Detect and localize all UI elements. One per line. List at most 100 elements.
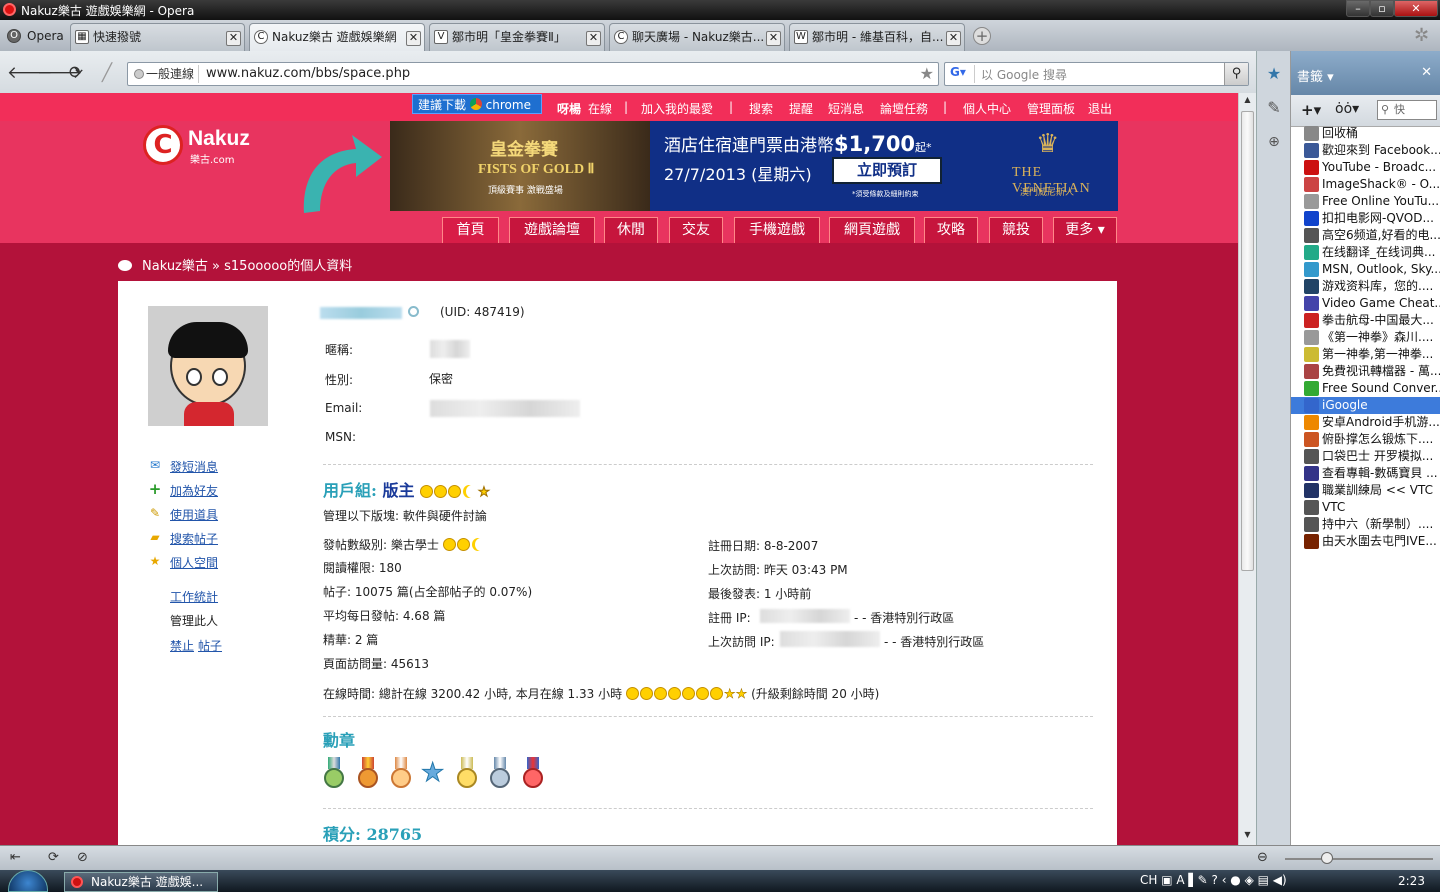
bookmark-item[interactable]: 由天水圍去屯門IVE... [1291, 533, 1440, 550]
ad-book-button[interactable]: 立即預訂 [832, 157, 942, 184]
tab-close-icon[interactable]: ✕ [946, 31, 961, 46]
site-logo[interactable]: C Nakuz 樂古.com [128, 121, 258, 167]
bookmark-item[interactable]: 持中六（新學制）.... [1291, 516, 1440, 533]
scroll-up-icon[interactable]: ▲ [1241, 95, 1254, 109]
tab-boxing[interactable]: V 鄒市明「皇金拳賽Ⅱ」 ✕ [429, 23, 605, 51]
taskbar-opera[interactable]: Nakuz樂古 遊戲娛... [64, 872, 218, 892]
bookmark-item[interactable]: 在线翻译_在线词典... [1291, 244, 1440, 261]
bookmark-item[interactable]: 回收桶 [1291, 125, 1440, 142]
medal-icon[interactable] [456, 757, 478, 791]
maximize-button[interactable]: ▫ [1370, 0, 1394, 17]
tab-close-icon[interactable]: ✕ [586, 31, 601, 46]
tab-speed-dial[interactable]: ▦ 快速撥號 ✕ [70, 23, 245, 51]
back-button[interactable]: 🡐 [7, 63, 53, 83]
nav-web-games[interactable]: 網頁遊戲 [829, 217, 915, 243]
breadcrumb-home[interactable]: Nakuz樂古 [142, 259, 208, 274]
bookmark-item[interactable]: VTC [1291, 499, 1440, 516]
search-posts-link[interactable]: ▰ 搜索帖子 [148, 530, 218, 547]
bookmark-item[interactable]: Video Game Cheat... [1291, 295, 1440, 312]
bookmark-item[interactable]: 免費视讯轉檔器 - 萬... [1291, 363, 1440, 380]
medal-icon[interactable] [489, 757, 511, 791]
search-box[interactable]: G▾ 以 Google 搜尋 ⚲ [944, 62, 1249, 86]
chrome-download-button[interactable]: 建議下載 chrome [412, 94, 542, 114]
close-window-button[interactable]: ✕ [1394, 0, 1438, 17]
page-scrollbar[interactable]: ▲ ▼ [1238, 93, 1256, 845]
bookmark-item[interactable]: 安卓Android手机游... [1291, 414, 1440, 431]
reload-button[interactable]: ⟳ [66, 63, 86, 83]
google-icon[interactable]: G▾ [947, 65, 975, 83]
tab-close-icon[interactable]: ✕ [226, 31, 241, 46]
add-bookmark-button[interactable]: +▾ [1301, 101, 1321, 119]
managed-forums-value[interactable]: 軟件與硬件討論 [403, 509, 487, 523]
medal-icon[interactable] [390, 757, 412, 791]
tab-close-icon[interactable]: ✕ [766, 31, 781, 46]
trash-icon[interactable]: ✲ [1414, 25, 1429, 46]
bookmark-item[interactable]: 俯卧撑怎么锻炼下.... [1291, 431, 1440, 448]
scroll-down-icon[interactable]: ▼ [1241, 830, 1254, 844]
bookmark-item[interactable]: 查看專輯-數碼寶貝 ... [1291, 465, 1440, 482]
medal-icon[interactable] [323, 757, 345, 791]
bookmark-item[interactable]: 《第一神拳》森川.... [1291, 329, 1440, 346]
bookmark-item[interactable]: 第一神拳,第一神拳... [1291, 346, 1440, 363]
forward-button[interactable]: 🡒 [37, 63, 83, 83]
add-friend-link[interactable]: + 加為好友 [148, 482, 218, 499]
nav-game-forum[interactable]: 遊戲論壇 [509, 217, 595, 243]
sync-icon[interactable]: ⟳ [48, 850, 59, 865]
link-search[interactable]: 搜索 [749, 100, 773, 117]
bookmark-star-icon[interactable]: ★ [920, 64, 934, 83]
tab-wikipedia[interactable]: W 鄒市明 - 維基百科，自... ✕ [789, 23, 965, 51]
bookmark-item[interactable]: Free Online YouTu... [1291, 193, 1440, 210]
bookmark-item[interactable]: 口袋巴士 开罗模拟... [1291, 448, 1440, 465]
bookmark-item[interactable]: Free Sound Conver... [1291, 380, 1440, 397]
tab-chat[interactable]: C 聊天廣場 - Nakuz樂古... ✕ [609, 23, 785, 51]
bookmark-item[interactable]: 歡迎來到 Facebook... [1291, 142, 1440, 159]
search-icon[interactable]: ⚲ [1224, 63, 1248, 85]
personal-space-link[interactable]: ★ 個人空間 [148, 554, 218, 571]
bookmark-item[interactable]: 游戏资料库，您的.... [1291, 278, 1440, 295]
bookmark-item[interactable]: 拳击航母-中国最大... [1291, 312, 1440, 329]
clock[interactable]: 2:23 [1398, 874, 1425, 888]
link-remind[interactable]: 提醒 [789, 100, 813, 117]
nav-home[interactable]: 首頁 [442, 217, 499, 243]
bookmark-item[interactable]: iGoogle [1291, 397, 1440, 414]
bookmarks-panel-icon[interactable]: ★ [1263, 63, 1285, 85]
use-item-link[interactable]: ✎ 使用道具 [148, 506, 218, 523]
nav-guides[interactable]: 攻略 [924, 217, 978, 243]
language-indicator[interactable]: CH [1140, 873, 1157, 887]
nav-leisure[interactable]: 休閒 [604, 217, 658, 243]
address-bar[interactable]: 一般連線 www.nakuz.com/bbs/space.php ★ [127, 62, 939, 86]
close-icon[interactable]: ✕ [1421, 65, 1432, 80]
link-tasks[interactable]: 論壇任務 [880, 100, 928, 117]
link-admin-panel[interactable]: 管理面板 [1027, 100, 1075, 117]
tab-nakuz[interactable]: C Nakuz樂古 遊戲娛樂網 ✕ [249, 23, 425, 51]
venetian-ad-banner[interactable]: 皇金拳賽 FISTS OF GOLD Ⅱ 頂級賽事 激戰盛場 酒店住宿連門票由港… [390, 121, 1118, 211]
bookmark-item[interactable]: 職業訓練局 << VTC [1291, 482, 1440, 499]
link-messages[interactable]: 短消息 [828, 100, 864, 117]
nav-more[interactable]: 更多 ▾ [1053, 217, 1117, 243]
link-logout[interactable]: 退出 [1088, 100, 1112, 117]
medal-icon[interactable] [522, 757, 544, 791]
link-add-favorite[interactable]: 加入我的最愛 [641, 100, 713, 117]
minimize-button[interactable]: – [1346, 0, 1370, 17]
zoom-slider[interactable] [1285, 852, 1433, 864]
nav-auction[interactable]: 競投 [989, 217, 1043, 243]
zoom-knob[interactable] [1321, 852, 1333, 864]
bookmarks-title[interactable]: 書籤 ▾ [1297, 66, 1334, 85]
nav-mobile-games[interactable]: 手機遊戲 [734, 217, 820, 243]
work-stats-link[interactable]: 工作統計 [148, 588, 218, 605]
ban-link[interactable]: 禁止 [148, 637, 194, 654]
send-message-link[interactable]: ✉ 發短消息 [148, 458, 218, 475]
bookmark-item[interactable]: ImageShack® - O... [1291, 176, 1440, 193]
start-button[interactable] [8, 870, 48, 892]
bookmarks-search-input[interactable]: ⚲ 快 [1377, 100, 1437, 120]
link-user-center[interactable]: 個人中心 [963, 100, 1011, 117]
scroll-thumb[interactable] [1241, 111, 1254, 571]
nav-social[interactable]: 交友 [669, 217, 723, 243]
bookmark-item[interactable]: YouTube - Broadc... [1291, 159, 1440, 176]
tools-panel-icon[interactable]: ✎ [1263, 97, 1285, 119]
bookmark-item[interactable]: 高空6频道,好看的电... [1291, 227, 1440, 244]
edit-icon[interactable]: ╱ [97, 63, 117, 83]
url-text[interactable]: www.nakuz.com/bbs/space.php [206, 66, 410, 81]
add-panel-icon[interactable]: ⊕ [1263, 131, 1285, 153]
zoom-icon[interactable]: ⊖ [1257, 850, 1268, 865]
